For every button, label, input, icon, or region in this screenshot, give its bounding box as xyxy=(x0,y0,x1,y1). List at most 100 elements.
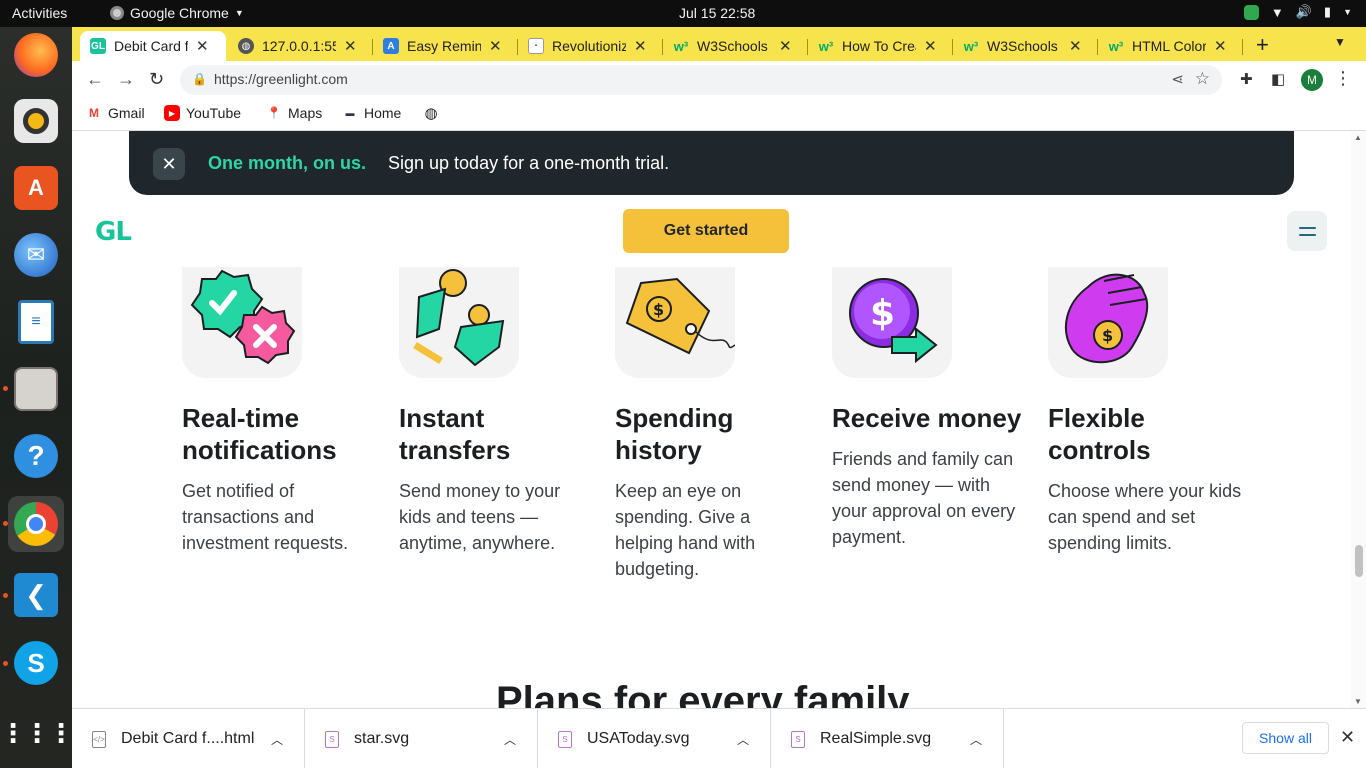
firefox-launcher[interactable] xyxy=(8,27,64,83)
close-icon[interactable]: ✕ xyxy=(344,37,357,55)
home-favicon: ▬ xyxy=(345,108,355,118)
tab[interactable]: A Easy Remind ✕ xyxy=(373,31,518,61)
update-indicator-icon[interactable] xyxy=(1243,4,1259,20)
more-menu-icon[interactable]: ⋮ xyxy=(1334,68,1352,89)
page-scrollbar[interactable]: ▲ ▼ xyxy=(1351,131,1366,708)
forward-button[interactable]: → xyxy=(117,69,135,90)
thunderbird-launcher[interactable]: ✉ xyxy=(8,227,64,283)
vscode-launcher[interactable]: ❮ xyxy=(8,567,64,623)
tab[interactable]: ▪ Revolutioniz ✕ xyxy=(518,31,663,61)
battery-icon[interactable]: ▮ xyxy=(1324,4,1331,20)
tab-title: How To Crea xyxy=(842,38,916,54)
software-launcher[interactable]: A xyxy=(8,160,64,216)
bookmark-youtube[interactable]: ▶ YouTube xyxy=(164,105,241,121)
feature-title: Receive money xyxy=(832,403,1022,433)
writer-document-icon: ≡ xyxy=(18,300,54,344)
address-bar[interactable]: 🔒 https://greenlight.com ⋖ ☆ xyxy=(180,65,1222,95)
rhythmbox-icon xyxy=(14,99,58,143)
system-tray[interactable]: ▼ 🔊 ▮ ▼ xyxy=(1243,4,1352,20)
tab[interactable]: w³ W3Schools T ✕ xyxy=(953,31,1098,61)
tab-title: W3Schools T xyxy=(697,38,771,54)
help-launcher[interactable]: ? xyxy=(8,428,64,484)
banner-highlight: One month, on us. xyxy=(208,153,366,173)
close-banner-button[interactable]: ✕ xyxy=(153,148,185,180)
wifi-icon[interactable]: ▼ xyxy=(1271,5,1284,20)
system-top-bar: Activities Google Chrome ▼ Jul 15 22:58 … xyxy=(0,0,1366,27)
hamburger-menu-button[interactable] xyxy=(1287,211,1327,251)
close-downloads-bar-icon[interactable]: ✕ xyxy=(1340,727,1355,748)
feature-description: Friends and family can send money — with… xyxy=(832,449,1016,547)
feature-title: Instant transfers xyxy=(399,403,511,465)
chevron-up-icon[interactable]: ︿ xyxy=(970,731,982,748)
writer-launcher[interactable]: ≡ xyxy=(8,294,64,350)
activities-button[interactable]: Activities xyxy=(12,5,67,21)
svg-text:$: $ xyxy=(1102,326,1113,345)
scrollbar-thumb[interactable] xyxy=(1355,545,1363,577)
chevron-up-icon[interactable]: ︿ xyxy=(271,731,283,748)
bookmark-star-icon[interactable]: ☆ xyxy=(1195,69,1210,89)
tab[interactable]: w³ W3Schools T ✕ xyxy=(663,31,808,61)
download-item[interactable]: S star.svg ︿ xyxy=(305,709,538,768)
download-item[interactable]: </> Debit Card f....html ︿ xyxy=(72,709,305,768)
chrome-launcher[interactable] xyxy=(8,496,64,552)
close-icon[interactable]: ✕ xyxy=(634,37,647,55)
back-button[interactable]: ← xyxy=(86,69,104,90)
tab-active[interactable]: GL Debit Card f ✕ xyxy=(80,31,226,61)
greenlight-logo[interactable]: GL xyxy=(95,217,132,247)
firefox-icon xyxy=(14,33,58,77)
bookmark-home[interactable]: ▬ Home xyxy=(342,105,402,121)
tab[interactable]: w³ How To Crea ✕ xyxy=(808,31,953,61)
skype-launcher[interactable]: S xyxy=(8,635,64,691)
close-icon[interactable]: ✕ xyxy=(779,37,792,55)
close-icon[interactable]: ✕ xyxy=(489,37,502,55)
url-text[interactable]: https://greenlight.com xyxy=(214,71,348,87)
bookmark-globe[interactable]: ◍ xyxy=(423,105,439,122)
new-tab-button[interactable]: + xyxy=(1256,32,1269,58)
tab-title: W3Schools T xyxy=(987,38,1061,54)
close-icon[interactable]: ✕ xyxy=(196,37,209,55)
chrome-icon xyxy=(14,502,58,546)
close-icon[interactable]: ✕ xyxy=(1214,37,1227,55)
clock[interactable]: Jul 15 22:58 xyxy=(679,5,755,21)
get-started-button[interactable]: Get started xyxy=(623,209,789,253)
bookmarks-bar: M Gmail ▶ YouTube 📍 Maps ▬ Home ◍ xyxy=(72,99,1366,131)
extensions-puzzle-icon[interactable]: ✚ xyxy=(1240,70,1253,88)
feature-description: Keep an eye on spending. Give a helping … xyxy=(615,481,756,579)
tab-search-chevron-icon[interactable]: ▼ xyxy=(1334,35,1346,49)
scroll-up-arrow-icon[interactable]: ▲ xyxy=(1354,133,1362,142)
power-menu-icon[interactable]: ▼ xyxy=(1343,7,1352,17)
bookmark-maps[interactable]: 📍 Maps xyxy=(266,105,323,121)
dock: A ✉ ≡ ? ❮ S ⋮⋮⋮ xyxy=(0,27,74,768)
chevron-up-icon[interactable]: ︿ xyxy=(737,731,749,748)
skype-icon: S xyxy=(14,641,58,685)
scroll-down-arrow-icon[interactable]: ▼ xyxy=(1354,697,1362,706)
rhythmbox-launcher[interactable] xyxy=(8,93,64,149)
close-icon[interactable]: ✕ xyxy=(924,37,937,55)
side-panel-icon[interactable]: ◧ xyxy=(1271,70,1285,88)
browser-toolbar: ← → ↻ 🔒 https://greenlight.com ⋖ ☆ ✚ ◧ M… xyxy=(72,61,1366,99)
tab-title: Revolutioniz xyxy=(552,38,626,54)
download-item[interactable]: S USAToday.svg ︿ xyxy=(538,709,771,768)
tab[interactable]: ◍ 127.0.0.1:55 ✕ xyxy=(228,31,373,61)
tab[interactable]: w³ HTML Color ✕ xyxy=(1098,31,1243,61)
reload-button[interactable]: ↻ xyxy=(149,69,164,90)
gmail-icon: M xyxy=(89,106,99,120)
banner-text: Sign up today for a one-month trial. xyxy=(388,153,670,173)
software-bag-icon: A xyxy=(14,166,58,210)
profile-avatar[interactable]: M xyxy=(1301,69,1323,91)
show-applications-button[interactable]: ⋮⋮⋮ xyxy=(0,705,74,761)
show-all-downloads-button[interactable]: Show all xyxy=(1242,722,1329,754)
feature-card: Real-time notifications Get notified of … xyxy=(182,267,382,556)
lock-icon[interactable]: 🔒 xyxy=(192,72,207,86)
download-item[interactable]: S RealSimple.svg ︿ xyxy=(771,709,1004,768)
thunderbird-icon: ✉ xyxy=(14,233,58,277)
app-menu[interactable]: Google Chrome ▼ xyxy=(110,5,244,21)
check-x-badges-icon xyxy=(182,267,302,378)
close-icon[interactable]: ✕ xyxy=(1069,37,1082,55)
files-launcher[interactable] xyxy=(8,361,64,417)
share-icon[interactable]: ⋖ xyxy=(1171,70,1184,88)
volume-icon[interactable]: 🔊 xyxy=(1296,4,1312,20)
tab-title: Debit Card f xyxy=(114,38,188,54)
bookmark-gmail[interactable]: M Gmail xyxy=(86,105,145,121)
chevron-up-icon[interactable]: ︿ xyxy=(504,731,516,748)
